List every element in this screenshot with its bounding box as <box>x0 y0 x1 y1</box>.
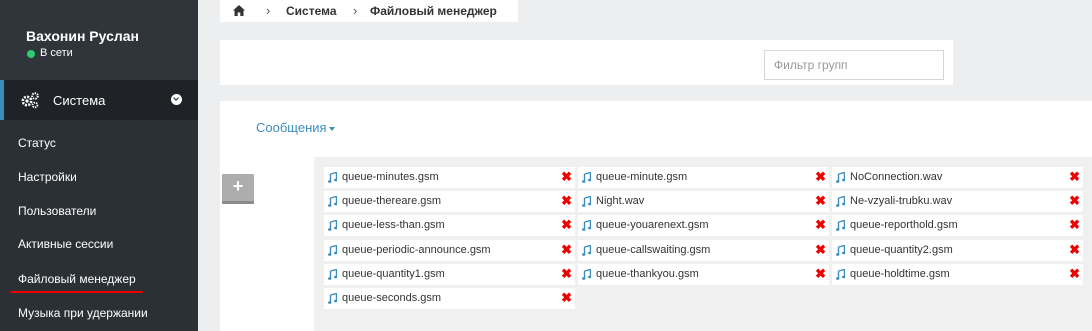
file-name[interactable]: queue-youarenext.gsm <box>596 219 709 231</box>
file-item[interactable]: queue-less-than.gsm ✖ <box>324 215 575 236</box>
user-status: В сети <box>40 47 73 59</box>
sidebar-item-status[interactable]: Статус <box>18 136 56 150</box>
music-note-icon <box>582 172 591 183</box>
file-name[interactable]: queue-holdtime.gsm <box>850 268 950 280</box>
sidebar-item-users[interactable]: Пользователи <box>18 204 96 218</box>
music-note-icon <box>836 196 845 207</box>
chevron-down-icon <box>171 94 182 105</box>
nav-section-label: Система <box>53 93 106 108</box>
add-file-button[interactable]: + <box>222 174 254 204</box>
group-filter-input[interactable] <box>764 50 944 80</box>
file-name[interactable]: queue-thereare.gsm <box>342 195 441 207</box>
breadcrumb-separator: › <box>266 3 271 18</box>
sidebar-item-file-manager[interactable]: Файловый менеджер <box>18 272 136 286</box>
delete-icon[interactable]: ✖ <box>815 242 826 258</box>
file-item[interactable]: queue-minutes.gsm ✖ <box>324 167 575 188</box>
file-item[interactable]: queue-seconds.gsm ✖ <box>324 288 575 309</box>
delete-icon[interactable]: ✖ <box>815 193 826 209</box>
file-item[interactable]: queue-thereare.gsm ✖ <box>324 191 575 212</box>
breadcrumb-item-current: Файловый менеджер <box>370 4 497 18</box>
file-name[interactable]: queue-less-than.gsm <box>342 219 445 231</box>
music-note-icon <box>836 245 845 256</box>
file-item[interactable]: queue-callswaiting.gsm ✖ <box>578 240 829 261</box>
file-list: queue-minutes.gsm ✖ queue-thereare.gsm ✖ que… <box>314 157 1092 331</box>
nav-section-system[interactable]: Система <box>0 80 198 120</box>
delete-icon[interactable]: ✖ <box>1069 193 1080 209</box>
breadcrumb-separator: › <box>353 3 358 18</box>
user-panel: Вахонин Руслан В сети <box>0 0 198 80</box>
breadcrumb-item-system[interactable]: Система <box>286 4 337 18</box>
file-item[interactable]: Ne-vzyali-trubku.wav ✖ <box>832 191 1083 212</box>
file-item[interactable]: queue-reporthold.gsm ✖ <box>832 215 1083 236</box>
file-name[interactable]: NoConnection.wav <box>850 171 942 183</box>
file-item[interactable]: queue-quantity1.gsm ✖ <box>324 264 575 285</box>
music-note-icon <box>328 172 337 183</box>
file-name[interactable]: Night.wav <box>596 195 644 207</box>
file-item[interactable]: Night.wav ✖ <box>578 191 829 212</box>
file-item[interactable]: NoConnection.wav ✖ <box>832 167 1083 188</box>
breadcrumb: › Система › Файловый менеджер <box>220 0 518 22</box>
file-item[interactable]: queue-holdtime.gsm ✖ <box>832 264 1083 285</box>
file-name[interactable]: queue-quantity1.gsm <box>342 268 445 280</box>
delete-icon[interactable]: ✖ <box>561 169 572 185</box>
file-manager-panel: Сообщения + queue-minutes.gsm ✖ queue-ther… <box>220 101 1092 331</box>
delete-icon[interactable]: ✖ <box>1069 266 1080 282</box>
music-note-icon <box>836 269 845 280</box>
home-icon[interactable] <box>233 5 245 16</box>
file-item[interactable]: queue-periodic-announce.gsm ✖ <box>324 240 575 261</box>
music-note-icon <box>328 245 337 256</box>
file-name[interactable]: Ne-vzyali-trubku.wav <box>850 195 952 207</box>
music-note-icon <box>328 196 337 207</box>
file-name[interactable]: queue-thankyou.gsm <box>596 268 699 280</box>
music-note-icon <box>582 269 591 280</box>
delete-icon[interactable]: ✖ <box>561 193 572 209</box>
group-dropdown-label: Сообщения <box>256 120 327 135</box>
file-name[interactable]: queue-quantity2.gsm <box>850 244 953 256</box>
file-item[interactable]: queue-quantity2.gsm ✖ <box>832 240 1083 261</box>
group-dropdown[interactable]: Сообщения <box>256 120 335 135</box>
music-note-icon <box>328 293 337 304</box>
delete-icon[interactable]: ✖ <box>1069 217 1080 233</box>
music-note-icon <box>328 269 337 280</box>
user-name: Вахонин Руслан <box>26 28 139 44</box>
delete-icon[interactable]: ✖ <box>561 242 572 258</box>
delete-icon[interactable]: ✖ <box>561 290 572 306</box>
sidebar: Вахонин Руслан В сети Система Статус Нас… <box>0 0 198 331</box>
online-status-icon <box>27 50 35 58</box>
caret-down-icon <box>328 126 335 131</box>
sidebar-item-settings[interactable]: Настройки <box>18 170 77 184</box>
delete-icon[interactable]: ✖ <box>1069 169 1080 185</box>
music-note-icon <box>328 220 337 231</box>
sidebar-item-sessions[interactable]: Активные сессии <box>18 237 113 251</box>
music-note-icon <box>582 220 591 231</box>
filter-panel <box>220 40 953 85</box>
file-name[interactable]: queue-minute.gsm <box>596 171 687 183</box>
music-note-icon <box>836 172 845 183</box>
music-note-icon <box>836 220 845 231</box>
file-item[interactable]: queue-youarenext.gsm ✖ <box>578 215 829 236</box>
gears-icon <box>21 92 39 109</box>
file-name[interactable]: queue-seconds.gsm <box>342 292 441 304</box>
delete-icon[interactable]: ✖ <box>815 266 826 282</box>
music-note-icon <box>582 196 591 207</box>
delete-icon[interactable]: ✖ <box>815 169 826 185</box>
file-name[interactable]: queue-minutes.gsm <box>342 171 439 183</box>
sidebar-item-hold-music[interactable]: Музыка при удержании <box>18 306 148 320</box>
active-indicator <box>0 80 4 120</box>
file-name[interactable]: queue-reporthold.gsm <box>850 219 958 231</box>
delete-icon[interactable]: ✖ <box>1069 242 1080 258</box>
file-item[interactable]: queue-minute.gsm ✖ <box>578 167 829 188</box>
music-note-icon <box>582 245 591 256</box>
delete-icon[interactable]: ✖ <box>561 266 572 282</box>
file-name[interactable]: queue-periodic-announce.gsm <box>342 244 491 256</box>
delete-icon[interactable]: ✖ <box>561 217 572 233</box>
delete-icon[interactable]: ✖ <box>815 217 826 233</box>
active-item-underline <box>10 291 143 293</box>
file-name[interactable]: queue-callswaiting.gsm <box>596 244 710 256</box>
file-item[interactable]: queue-thankyou.gsm ✖ <box>578 264 829 285</box>
